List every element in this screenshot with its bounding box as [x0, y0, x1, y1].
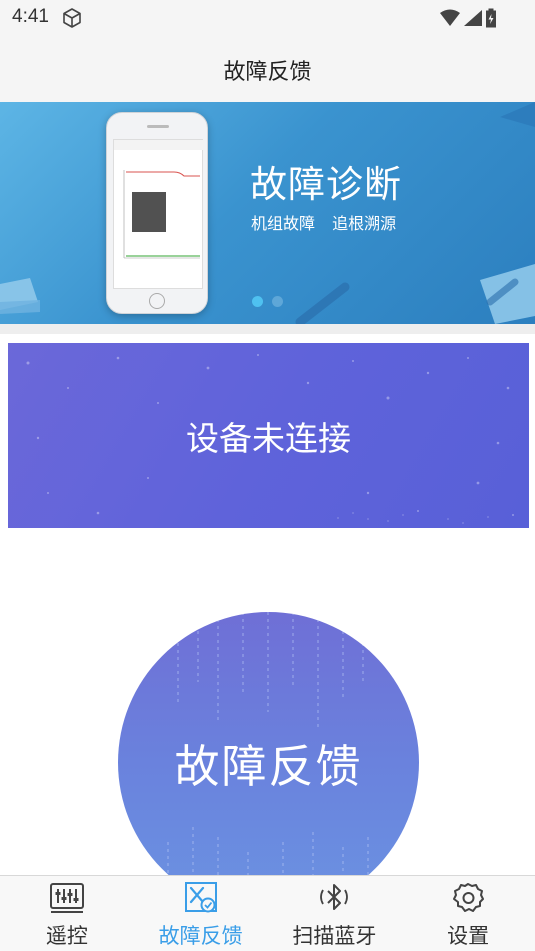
- page-title: 故障反馈: [223, 60, 312, 85]
- nav-item-fault-feedback[interactable]: 故障反馈: [134, 876, 268, 951]
- banner-title: 故障诊断: [250, 163, 402, 206]
- cellular-signal-icon: [464, 10, 482, 26]
- status-time: 4:41: [12, 6, 49, 27]
- connection-status-card[interactable]: 设备未连接: [8, 343, 529, 528]
- gear-icon: [453, 883, 485, 912]
- nav-item-remote[interactable]: 遥控: [0, 876, 134, 951]
- nav-label-bluetooth: 扫描蓝牙: [292, 924, 377, 948]
- nav-item-bluetooth[interactable]: 扫描蓝牙: [268, 876, 402, 951]
- phone-speaker: [147, 125, 169, 128]
- app-header: 故障反馈: [0, 38, 535, 102]
- fault-feedback-label: 故障反馈: [174, 740, 363, 793]
- fault-feedback-button[interactable]: 故障反馈: [118, 612, 419, 913]
- connection-status-text: 设备未连接: [186, 418, 351, 458]
- nav-item-settings[interactable]: 设置: [401, 876, 535, 951]
- remote-control-icon: [49, 883, 84, 913]
- phone-screen: [113, 139, 204, 289]
- phone-home-button: [149, 293, 165, 309]
- chart-illustration: [114, 140, 204, 259]
- carousel-dot-2[interactable]: [272, 296, 283, 307]
- nav-label-settings: 设置: [447, 924, 490, 948]
- phone-illustration: [106, 112, 208, 314]
- banner-subtitle: 机组故障 追根溯源: [251, 214, 397, 233]
- nav-label-remote: 遥控: [45, 924, 88, 948]
- carousel-dot-1[interactable]: [252, 296, 263, 307]
- carousel-indicator: [252, 296, 283, 307]
- status-icons: [439, 7, 497, 29]
- wifi-icon: [440, 9, 460, 26]
- status-bar: 4:41: [0, 0, 535, 38]
- bottom-nav: 遥控 故障反馈 扫描蓝牙 设置: [0, 875, 535, 951]
- cube-icon: [63, 8, 81, 28]
- bluetooth-icon: [320, 884, 349, 910]
- nav-label-fault-feedback: 故障反馈: [158, 924, 243, 948]
- fault-feedback-icon: [184, 882, 217, 913]
- banner-carousel[interactable]: 故障诊断 机组故障 追根溯源: [0, 102, 535, 324]
- divider: [0, 324, 535, 334]
- battery-charging-icon: [486, 8, 496, 28]
